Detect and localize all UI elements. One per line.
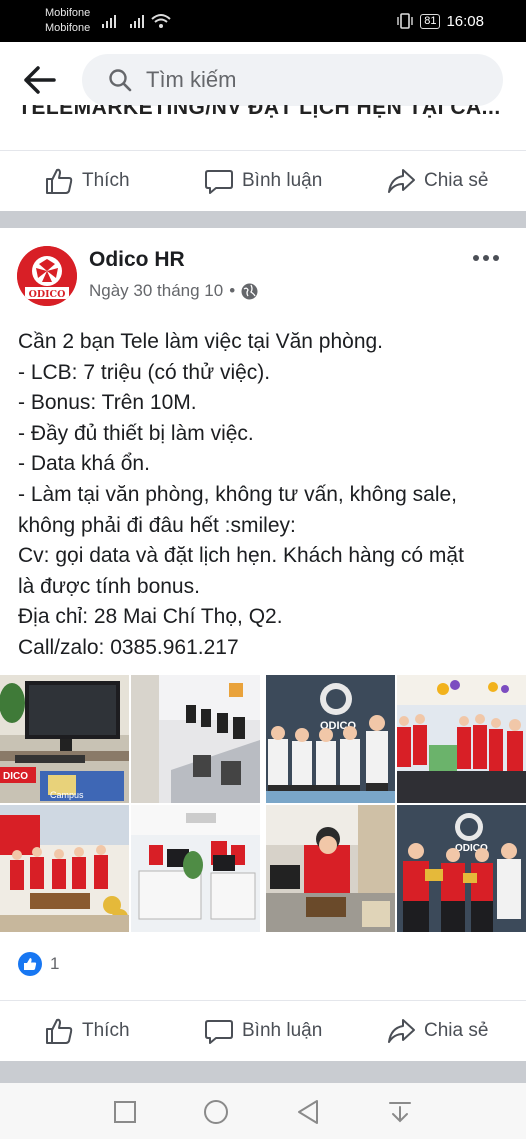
comment-button[interactable]: Bình luận <box>204 165 322 197</box>
post-photo-2[interactable] <box>131 675 260 803</box>
reaction-summary[interactable]: 1 <box>18 952 59 976</box>
search-icon <box>109 69 132 92</box>
comment-button[interactable]: Bình luận <box>204 1015 322 1047</box>
home-icon[interactable] <box>203 1099 229 1125</box>
previous-post-action-bar: Thích Bình luận Chia sẻ <box>0 150 526 210</box>
photo-sign-text: DICO <box>3 771 28 782</box>
post-author[interactable]: Odico HR <box>89 248 185 272</box>
post-photo-4[interactable] <box>397 675 526 803</box>
post-photo-5[interactable] <box>0 805 129 932</box>
globe-icon <box>241 283 258 299</box>
feed-divider <box>0 211 526 228</box>
like-button[interactable]: Thích <box>44 165 130 197</box>
avatar-logo-text: ODICO <box>29 289 66 300</box>
carrier-name-2: Mobifone <box>45 22 91 34</box>
post-line: - Data khá ổn. <box>18 452 150 476</box>
thumbs-up-icon <box>46 1018 73 1044</box>
comment-icon <box>205 170 233 194</box>
post-photo-3[interactable]: ODICO <box>266 675 395 803</box>
comment-icon <box>205 1020 233 1044</box>
post-line: Địa chỉ: 28 Mai Chí Thọ, Q2. <box>18 605 283 629</box>
post-line: Call/zalo: 0385.961.217 <box>18 635 239 659</box>
signal-wifi-icons <box>102 14 171 28</box>
previous-post-title: TELEMARKETING/NV ĐẶT LỊCH HẸN TẠI CÁ... <box>18 105 501 119</box>
post-date[interactable]: Ngày 30 tháng 10 <box>89 281 223 301</box>
post-meta: Ngày 30 tháng 10 • <box>89 281 258 301</box>
post-line: - Đầy đủ thiết bị làm việc. <box>18 421 254 445</box>
post-photo-6[interactable] <box>131 805 260 932</box>
post-line: Cv: gọi data và đặt lịch hẹn. Khách hàng… <box>18 544 464 568</box>
post-photo-1[interactable]: DICO Campus <box>0 675 129 803</box>
post-line: - LCB: 7 triệu (có thử việc). <box>18 360 271 384</box>
battery-level: 81 <box>420 13 441 29</box>
post-line: - Làm tại văn phòng, không tư vấn, không… <box>18 482 458 506</box>
back-arrow-icon[interactable] <box>22 64 58 96</box>
post-line: - Bonus: Trên 10M. <box>18 391 197 415</box>
vibrate-icon <box>397 13 413 29</box>
share-icon <box>388 169 415 193</box>
post-line: là được tính bonus. <box>18 574 200 598</box>
share-button[interactable]: Chia sẻ <box>386 165 488 197</box>
post-line: Cần 2 bạn Tele làm việc tại Văn phòng. <box>18 330 384 353</box>
thumbs-up-icon <box>46 168 73 194</box>
post-line: không phải đi đâu hết :smiley: <box>18 513 296 537</box>
notification-pulldown-icon[interactable] <box>387 1099 413 1125</box>
like-button[interactable]: Thích <box>44 1015 130 1047</box>
carrier-name-1: Mobifone <box>45 7 91 19</box>
back-nav-icon[interactable] <box>295 1099 321 1125</box>
post-photo-7[interactable] <box>266 805 395 932</box>
like-reaction-icon <box>18 952 42 976</box>
system-nav-bar <box>0 1083 526 1139</box>
share-button[interactable]: Chia sẻ <box>386 1015 488 1047</box>
search-placeholder: Tìm kiếm <box>146 67 237 92</box>
search-input[interactable]: Tìm kiếm <box>82 54 503 106</box>
status-time: 16:08 <box>446 12 484 30</box>
avatar[interactable]: ODICO <box>17 246 77 306</box>
reaction-count: 1 <box>50 954 60 973</box>
photo-campus-text: Campus <box>50 790 84 800</box>
recent-apps-icon[interactable] <box>112 1099 138 1125</box>
feed-divider-bottom <box>0 1061 526 1083</box>
post-action-bar: Thích Bình luận Chia sẻ <box>0 1000 526 1060</box>
odico-logo-icon: ODICO <box>17 246 77 306</box>
post-body: Cần 2 bạn Tele làm việc tại Văn phòng. -… <box>18 327 518 664</box>
post-photo-8[interactable]: ODICO <box>397 805 526 932</box>
meta-separator: • <box>229 281 236 300</box>
share-icon <box>388 1019 415 1043</box>
more-options-icon[interactable] <box>470 250 502 266</box>
status-bar: Mobifone Mobifone 81 16:08 <box>0 0 526 42</box>
